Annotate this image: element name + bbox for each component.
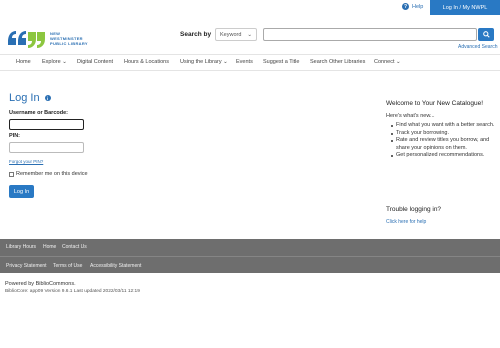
search-input[interactable] [263, 28, 477, 41]
nav-item-explore[interactable]: Explore ⌄ [42, 59, 67, 65]
quote-marks-logo-icon [6, 28, 46, 48]
search-icon [482, 31, 490, 38]
remember-me-label: Remember me on this device [16, 171, 88, 177]
welcome-intro: Here's what's new... [386, 113, 435, 119]
nav-label: Home [16, 59, 31, 65]
library-logo[interactable]: NEW WESTMINSTER PUBLIC LIBRARY [6, 26, 91, 50]
nav-item-hours-locations[interactable]: Hours & Locations [124, 59, 169, 65]
footer-link-home[interactable]: Home [43, 244, 56, 250]
logo-line-2: PUBLIC LIBRARY [50, 40, 88, 46]
pin-label: PIN: [9, 133, 20, 139]
nav-item-suggest-a-title[interactable]: Suggest a Title [263, 59, 299, 65]
trouble-panel: Trouble logging in? Click here for help [386, 206, 441, 225]
powered-by: Powered by BiblioCommons. [5, 281, 76, 287]
login-heading: Log In [9, 92, 40, 104]
footer-link-privacy[interactable]: Privacy Statement [6, 263, 47, 269]
nav-item-home[interactable]: Home [16, 59, 31, 65]
list-item: Rate and review titles you borrow, and s… [391, 137, 496, 152]
chevron-down-icon: ⌄ [396, 59, 401, 65]
login-submit-button[interactable]: Log In [9, 185, 34, 198]
nav-label: Hours & Locations [124, 59, 169, 65]
advanced-search-link[interactable]: Advanced Search [458, 44, 497, 50]
footer-link-library-hours[interactable]: Library Hours [6, 244, 36, 250]
nav-label: Connect [374, 59, 395, 65]
nav-item-digital-content[interactable]: Digital Content [77, 59, 113, 65]
remember-me-checkbox[interactable] [9, 171, 14, 177]
help-login-link[interactable]: Click here for help [386, 219, 441, 225]
footer-link-contact-us[interactable]: Contact Us [62, 244, 87, 250]
version-info: BiblioCore: app09 Version 9.6.1 Last upd… [5, 289, 140, 294]
logo-line-1: NEW WESTMINSTER [50, 30, 83, 41]
trouble-title: Trouble logging in? [386, 206, 442, 213]
welcome-list: Find what you want with a better search.… [386, 122, 496, 160]
list-item: Track your borrowing. [391, 130, 496, 138]
footer-divider [0, 256, 500, 257]
chevron-down-icon: ⌄ [247, 31, 252, 38]
nav-item-using-the-library[interactable]: Using the Library ⌄ [180, 59, 228, 65]
utility-bar: ? Help Log In / My NWPL [0, 0, 500, 15]
site-footer: Library Hours Home Contact Us Privacy St… [0, 239, 500, 273]
welcome-title: Welcome to Your New Catalogue! [386, 100, 484, 107]
help-link[interactable]: ? Help [402, 3, 423, 10]
username-label: Username or Barcode: [9, 110, 68, 116]
login-my-account-button[interactable]: Log In / My NWPL [430, 0, 500, 15]
pin-field[interactable] [9, 142, 84, 153]
nav-item-connect[interactable]: Connect ⌄ [374, 59, 401, 65]
remember-me[interactable]: Remember me on this device [9, 171, 88, 177]
nav-item-events[interactable]: Events [236, 59, 253, 65]
chevron-down-icon: ⌄ [62, 59, 67, 65]
search-by-label: Search by [180, 31, 212, 38]
main-nav: Home Explore ⌄ Digital Content Hours & L… [0, 54, 500, 71]
list-item: Find what you want with a better search. [391, 122, 496, 130]
forgot-pin-link[interactable]: Forgot your PIN? [9, 159, 43, 164]
help-circle-icon: ? [402, 3, 409, 10]
logo-wordmark: NEW WESTMINSTER PUBLIC LIBRARY [50, 31, 91, 46]
username-field[interactable] [9, 119, 84, 130]
nav-label: Search Other Libraries [310, 59, 366, 65]
search-type-select[interactable]: Keyword ⌄ [215, 28, 257, 41]
search-type-value: Keyword [220, 31, 242, 38]
search-button[interactable] [478, 28, 494, 41]
nav-label: Suggest a Title [263, 59, 300, 65]
footer-link-accessibility[interactable]: Accessibility Statement [90, 263, 141, 269]
page-title: Log In i [9, 92, 51, 104]
nav-label: Events [236, 59, 253, 65]
chevron-down-icon: ⌄ [223, 59, 228, 65]
welcome-panel: Welcome to Your New Catalogue! Here's wh… [386, 100, 496, 160]
help-label: Help [412, 3, 424, 10]
nav-label: Digital Content [77, 59, 114, 65]
nav-label: Using the Library [180, 59, 222, 65]
nav-label: Explore [42, 59, 61, 65]
footer-link-terms[interactable]: Terms of Use [53, 263, 82, 269]
info-icon[interactable]: i [44, 95, 51, 101]
nav-item-search-other-libraries[interactable]: Search Other Libraries [310, 59, 365, 65]
list-item: Get personalized recommendations. [391, 152, 496, 160]
